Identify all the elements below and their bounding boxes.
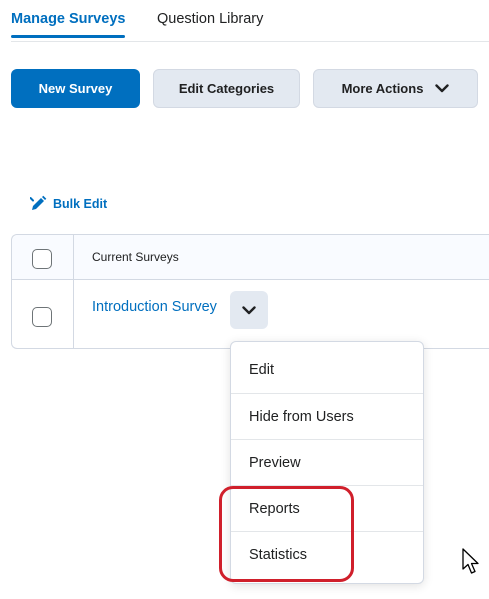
button-label: New Survey [38,81,113,96]
menu-item-label: Edit [249,362,274,378]
bulk-edit-button[interactable]: Bulk Edit [30,195,107,212]
tab-manage-surveys[interactable]: Manage Surveys [11,11,126,38]
menu-item-label: Hide from Users [249,408,354,425]
highlight-box [219,486,354,582]
active-tab-indicator [11,35,126,38]
column-divider [73,235,74,349]
mouse-pointer-icon [462,548,479,574]
menu-item-edit[interactable]: Edit [231,347,423,393]
menu-item-preview[interactable]: Preview [231,439,423,485]
more-actions-button[interactable]: More Actions [313,69,478,108]
menu-item-hide-from-users[interactable]: Hide from Users [231,393,423,439]
select-all-checkbox[interactable] [32,249,52,269]
tab-label: Question Library [157,11,264,27]
column-header-current-surveys: Current Surveys [92,250,179,264]
button-label: More Actions [341,81,424,96]
survey-link[interactable]: Introduction Survey [92,299,217,315]
tab-question-library[interactable]: Question Library [157,11,263,27]
new-survey-button[interactable]: New Survey [11,69,140,108]
table-header [12,235,489,280]
chevron-down-icon [435,84,450,93]
edit-categories-button[interactable]: Edit Categories [153,69,300,108]
menu-item-label: Preview [249,454,301,471]
surveys-table: Current Surveys Introduction Survey [11,234,489,349]
pencil-icon [30,195,47,210]
row-checkbox[interactable] [32,307,52,327]
chevron-down-icon [242,305,256,314]
tab-label: Manage Surveys [11,11,126,27]
bulk-edit-label: Bulk Edit [53,196,108,211]
tab-bar: Manage Surveys Question Library [11,0,489,42]
button-label: Edit Categories [178,81,275,96]
survey-context-menu-button[interactable] [230,291,268,329]
